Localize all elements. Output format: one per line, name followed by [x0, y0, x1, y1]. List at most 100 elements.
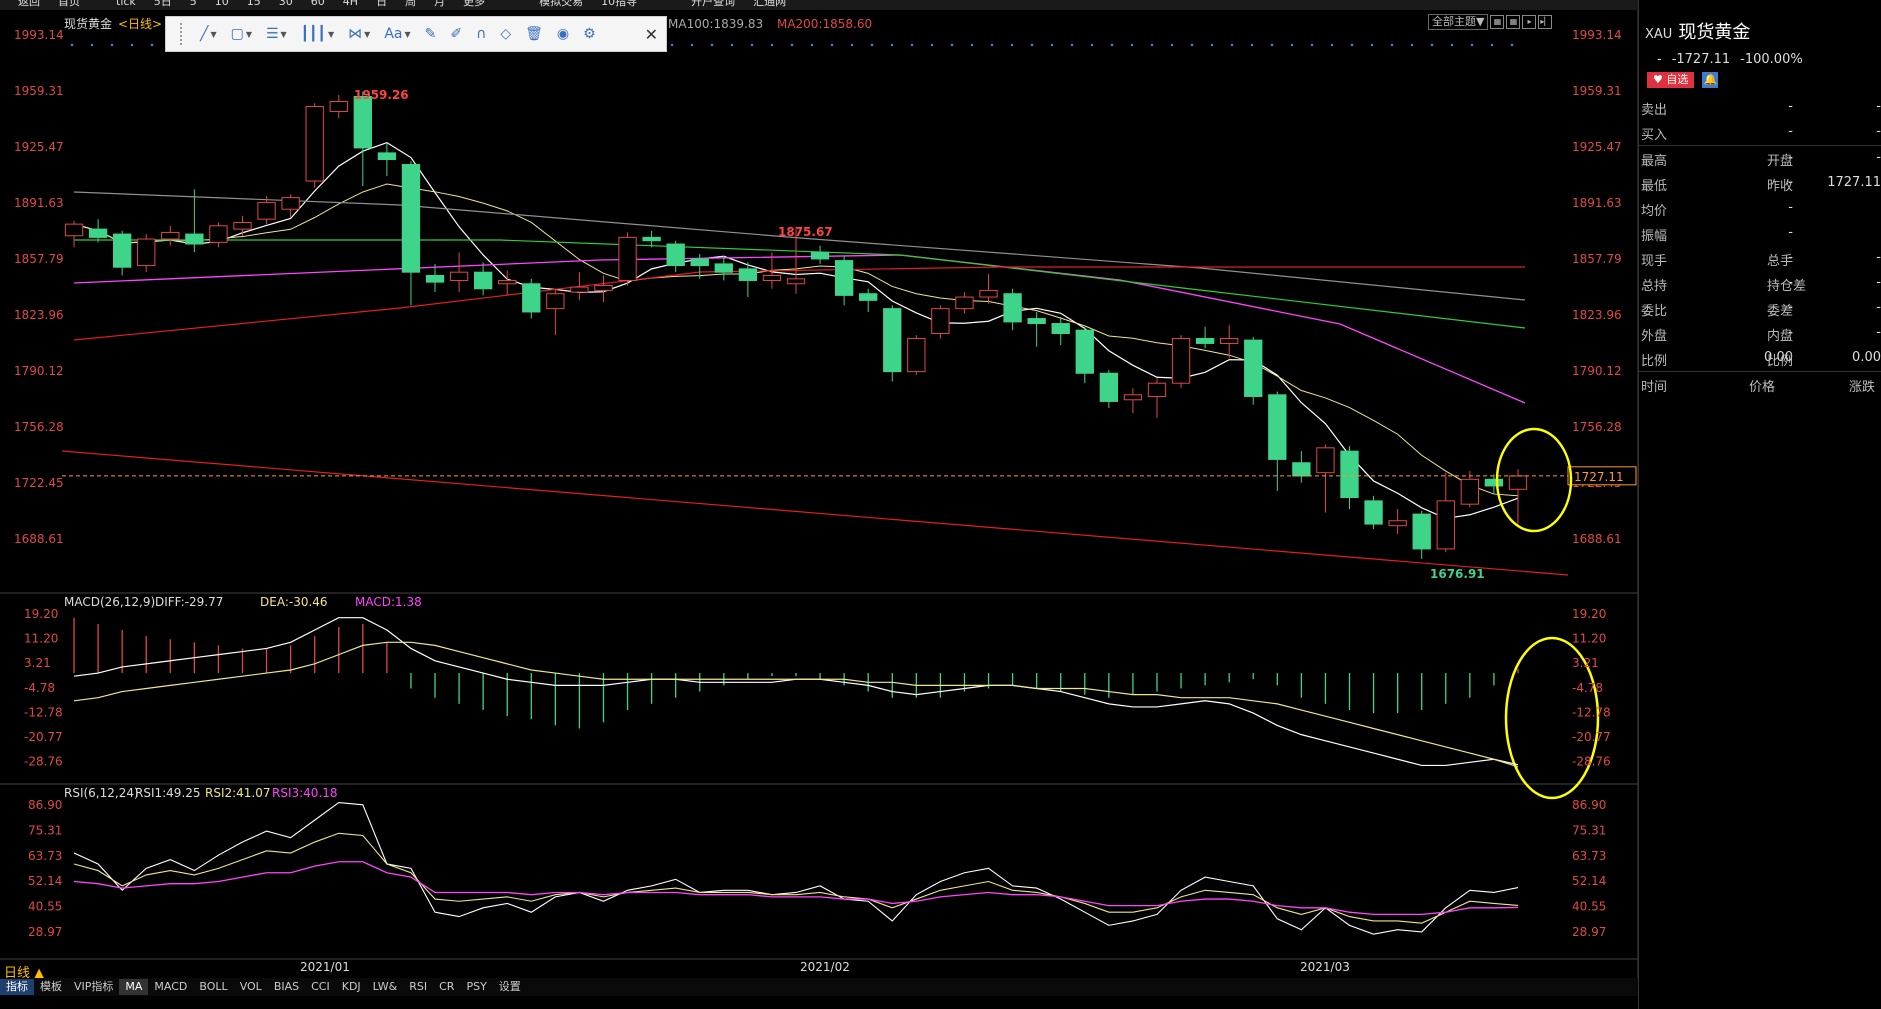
candle-body	[1484, 478, 1504, 487]
indicator-tab[interactable]: VOL	[234, 979, 268, 995]
grid-dot	[1450, 43, 1454, 47]
top-menu-item[interactable]: 5	[190, 0, 197, 7]
delete-button[interactable]: 🗑	[521, 26, 547, 42]
top-menu-item[interactable]: 5日	[154, 0, 172, 7]
grid-icon[interactable]: ▦	[1506, 15, 1521, 29]
top-menu-item[interactable]: 月	[434, 0, 445, 7]
top-menu-item[interactable]: 周	[405, 0, 416, 7]
grid-dot	[750, 43, 754, 47]
top-menu-item[interactable]: 10指导	[601, 0, 637, 7]
instrument-title: XAU 现货黄金	[1645, 18, 1750, 44]
candle-body	[1412, 513, 1431, 550]
magnet-button[interactable]: ∩	[472, 26, 490, 42]
chart-area[interactable]: 1993.14 1993.14 1959.31 1959.31 1925.47 1925.…	[0, 10, 1639, 980]
brush-button[interactable]: ✐	[446, 26, 466, 42]
top-menu-item[interactable]: 15	[247, 0, 261, 7]
eraser-button[interactable]: ◇	[496, 26, 515, 42]
candle-body	[1147, 382, 1167, 397]
chart-svg[interactable]: 1993.14 1993.14 1959.31 1959.31 1925.47 1925.…	[0, 10, 1639, 980]
gann-tool-button[interactable]: ┃┃┃ ▼	[297, 26, 338, 42]
indicator-tab[interactable]: 指标	[0, 979, 34, 995]
shape-tool-button[interactable]: ▢ ▼	[227, 26, 256, 42]
candle-body	[473, 271, 493, 290]
candle-body	[88, 228, 108, 238]
quote-l1: 卖出	[1641, 103, 1668, 118]
trade-head-time: 时间	[1641, 380, 1668, 395]
current-price-label: 1727.11	[1574, 470, 1624, 484]
quote-v2: -	[1876, 124, 1881, 139]
quote-l1: 均价	[1641, 204, 1668, 219]
close-toolbar-button[interactable]: ✕	[645, 25, 658, 44]
pencil-button[interactable]: ✎	[421, 26, 441, 42]
price-tick-right: 1993.14	[1572, 28, 1622, 42]
indicator-tab[interactable]: CR	[433, 979, 460, 995]
rsi-tick-left: 52.14	[28, 874, 62, 888]
pattern-tool-button[interactable]: ⋈ ▼	[344, 26, 374, 42]
next-icon[interactable]: ▸	[1522, 15, 1537, 29]
bell-icon[interactable]: 🔔	[1702, 72, 1719, 88]
indicator-tab[interactable]: BIAS	[268, 979, 305, 995]
candle-body	[810, 251, 830, 260]
indicator-tab[interactable]: VIP指标	[68, 979, 119, 995]
candle-body	[1051, 323, 1070, 334]
top-menu-item[interactable]: 4H	[343, 0, 358, 7]
toolbar-grip[interactable]	[180, 23, 186, 45]
grid-dot	[910, 43, 914, 47]
grid-dot	[1350, 43, 1354, 47]
indicator-tab[interactable]: 设置	[493, 979, 527, 995]
candle-body	[401, 163, 421, 273]
candle-body	[570, 286, 589, 293]
indicator-tab[interactable]: MA	[119, 979, 149, 995]
end-icon[interactable]: ▸▏	[1538, 15, 1553, 29]
indicator-tab[interactable]: MACD	[148, 979, 193, 995]
top-menu-item[interactable]: 模拟交易	[539, 0, 583, 7]
channel-tool-button[interactable]: ☰ ▼	[262, 26, 291, 42]
magnet-icon: ∩	[476, 26, 487, 42]
grid-dot	[150, 43, 154, 47]
price-change-pct: -100.00%	[1740, 52, 1803, 67]
price-tick-right: 1857.79	[1572, 252, 1622, 266]
rsi-legend-name: RSI(6,12,24)	[64, 786, 139, 800]
theme-controls: 全部主题▼ ▦ ▦ ▸ ▸▏	[1428, 14, 1553, 30]
top-menu-item[interactable]: 更多	[463, 0, 485, 7]
top-menu-item[interactable]: 60	[311, 0, 325, 7]
layout-icon[interactable]: ▦	[1490, 15, 1505, 29]
indicator-tab[interactable]: BOLL	[193, 979, 233, 995]
top-menu-item[interactable]: 返回	[18, 0, 40, 7]
indicator-tab[interactable]: PSY	[460, 979, 492, 995]
top-menu-item[interactable]: 30	[279, 0, 293, 7]
text-tool-button[interactable]: Aa ▼	[380, 26, 414, 42]
grid-dot	[1390, 43, 1394, 47]
indicator-tab[interactable]: CCI	[305, 979, 336, 995]
top-menu-item[interactable]: 日	[376, 0, 387, 7]
line-tool-button[interactable]: ╱ ▼	[196, 26, 221, 42]
top-menu-item[interactable]: tick	[116, 0, 136, 7]
top-menu-item[interactable]: 开户查询	[691, 0, 735, 7]
chevron-down-icon: ▼	[328, 29, 335, 39]
visibility-button[interactable]: ◉	[553, 26, 573, 42]
rsi-tick-right: 40.55	[1572, 900, 1606, 914]
price-tick-left: 1756.28	[14, 420, 64, 434]
add-favorite-button[interactable]: ♥ 自选	[1647, 72, 1695, 88]
candle-body	[1292, 462, 1311, 477]
indicator-tab[interactable]: KDJ	[336, 979, 367, 995]
macd-tick-right: -20.77	[1572, 730, 1611, 744]
grid-dot	[690, 43, 694, 47]
top-menu-item[interactable]: 首页	[58, 0, 80, 7]
top-menu-item[interactable]: 10	[215, 0, 229, 7]
candle-body	[1171, 337, 1191, 384]
theme-select[interactable]: 全部主题▼	[1428, 14, 1489, 30]
indicator-tab[interactable]: LW&	[367, 979, 404, 995]
settings-button[interactable]: ⚙	[579, 26, 600, 42]
grid-dot	[890, 43, 894, 47]
chevron-down-icon: ▼	[364, 29, 371, 39]
candle-body	[1123, 394, 1143, 401]
annotation-circle	[1495, 427, 1573, 533]
close-icon: ✕	[644, 24, 658, 44]
pattern-icon: ⋈	[348, 26, 363, 42]
rsi3-line	[73, 861, 1518, 916]
candle-body	[931, 308, 950, 334]
indicator-tab[interactable]: RSI	[403, 979, 433, 995]
indicator-tab[interactable]: 模板	[34, 979, 68, 995]
top-menu-item[interactable]: 汇通网	[753, 0, 786, 7]
